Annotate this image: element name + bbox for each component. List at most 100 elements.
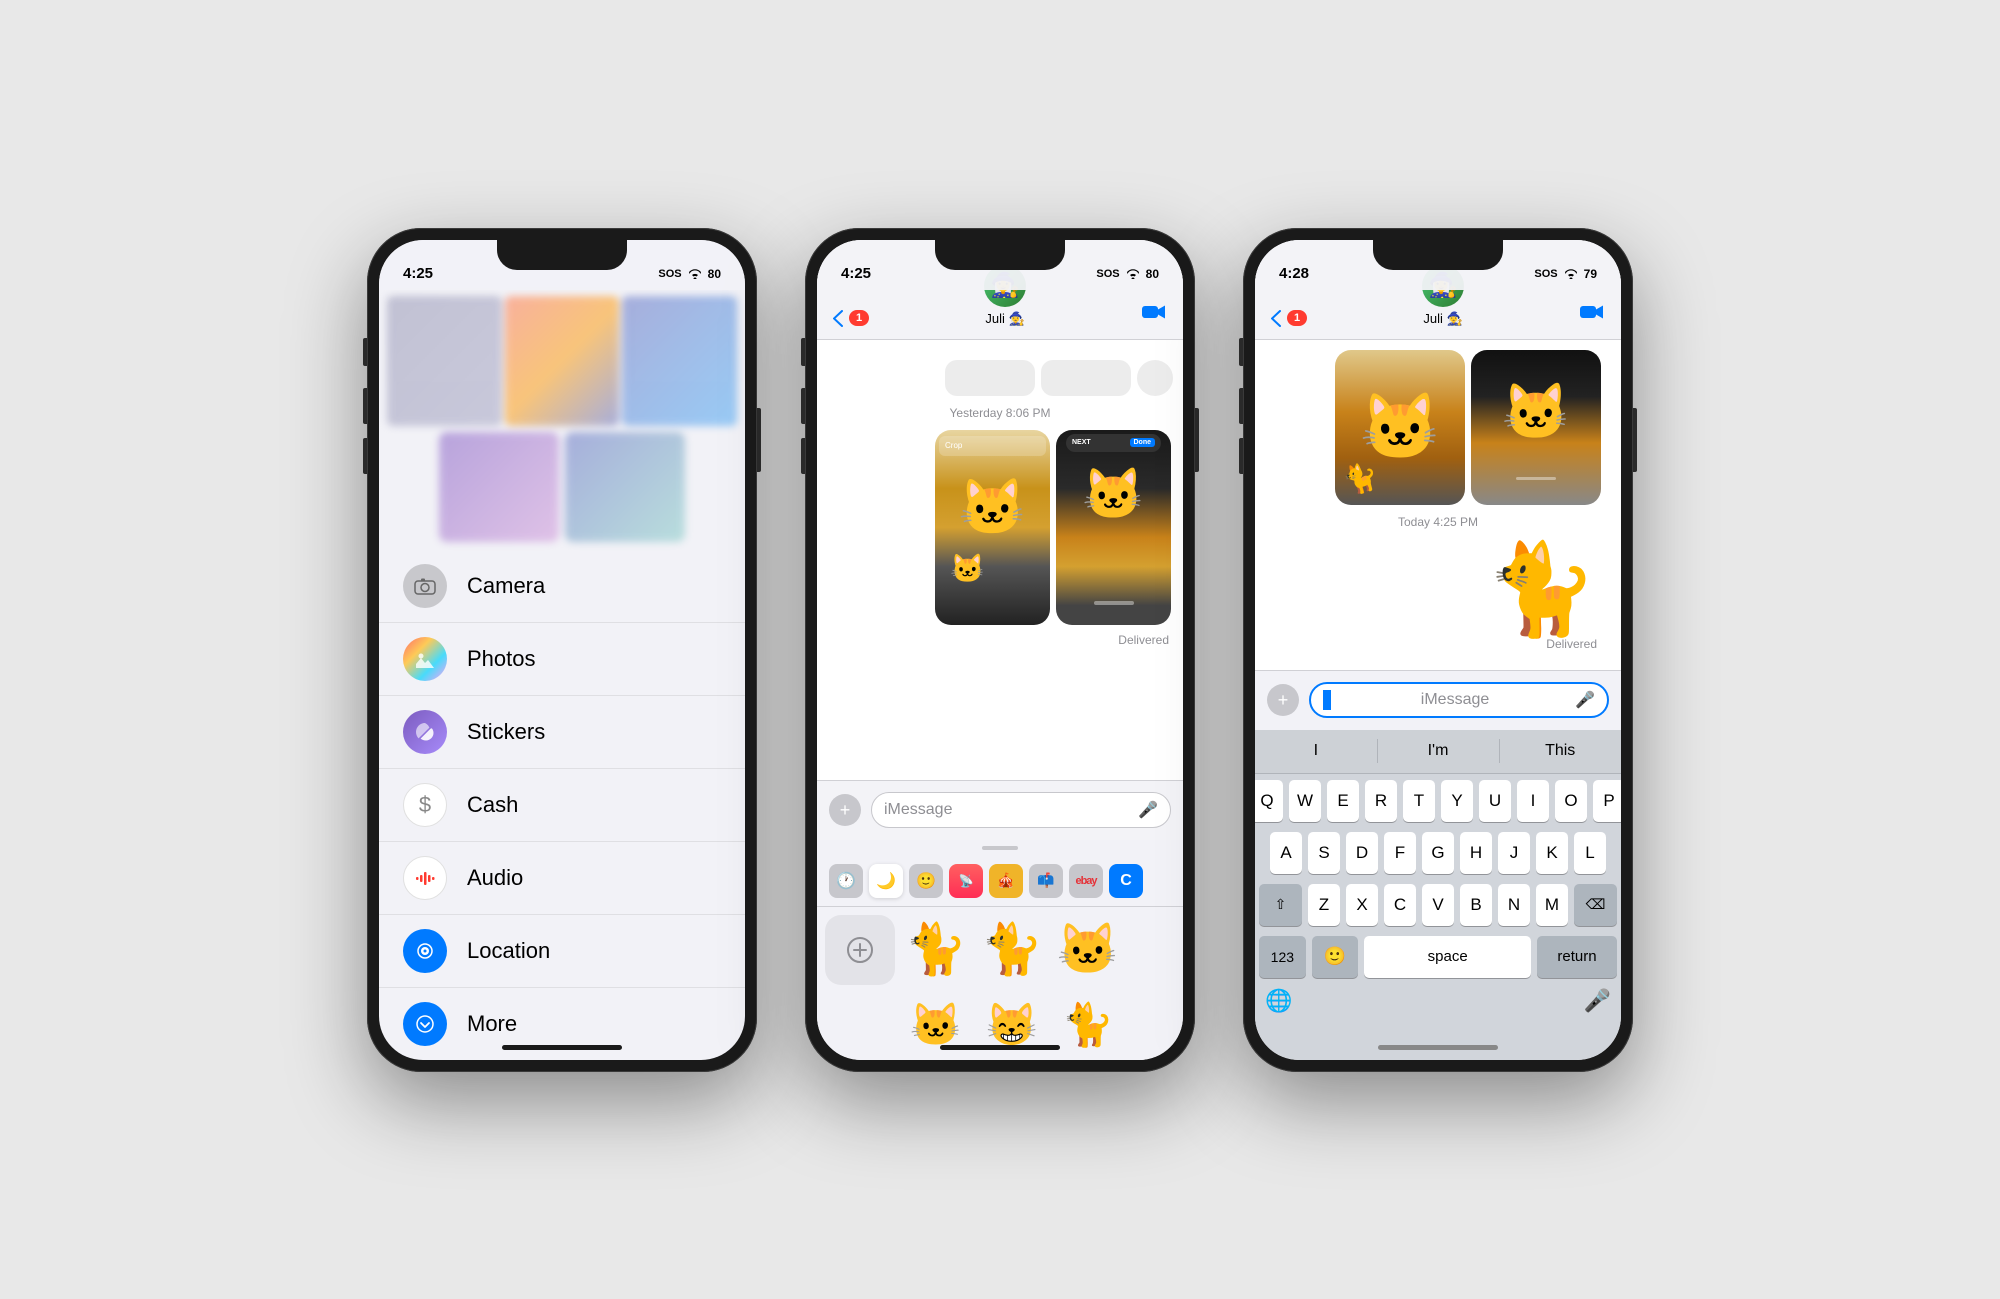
sticker-tab-c[interactable]: C xyxy=(1109,864,1143,898)
p3-photo2-controls xyxy=(1471,467,1601,485)
sticker-tab-periscope[interactable]: 📡 xyxy=(949,864,983,898)
photos-label: Photos xyxy=(467,646,536,672)
photo2-top-bar: NEXT Done xyxy=(1056,434,1171,452)
sticker-tab-moon[interactable]: 🌙 xyxy=(869,864,903,898)
suggestion-i[interactable]: I xyxy=(1255,742,1377,760)
space-key[interactable]: space xyxy=(1364,936,1531,978)
phone1-screen: 4:25 SOS 80 xyxy=(379,240,745,1060)
globe-key[interactable]: 🌐 xyxy=(1265,988,1292,1014)
key-m[interactable]: M xyxy=(1536,884,1568,926)
cat-photo-1: Crop 🐱 🐱 xyxy=(935,430,1050,625)
suggestion-im[interactable]: I'm xyxy=(1377,742,1499,760)
phone3-status-icons: SOS 79 xyxy=(1534,267,1597,282)
key-q[interactable]: Q xyxy=(1255,780,1283,822)
phone3-power-button xyxy=(1633,408,1637,472)
cat-sticker-overlay: 🐱 xyxy=(950,552,985,585)
phone2-volume-up-button xyxy=(801,388,805,424)
cash-label: Cash xyxy=(467,792,518,818)
phone3-plus-button[interactable]: + xyxy=(1267,684,1299,716)
sticker-tab-4[interactable]: 🎪 xyxy=(989,864,1023,898)
sticker-tab-emoji[interactable]: 🙂 xyxy=(909,864,943,898)
keyboard-bottom-bar: 🌐 🎤 xyxy=(1255,982,1621,1018)
sticker-tab-ebay[interactable]: ebay xyxy=(1069,864,1103,898)
phone3-input-placeholder: iMessage xyxy=(1421,691,1489,709)
phone1-status-icons: SOS 80 xyxy=(658,267,721,282)
key-h[interactable]: H xyxy=(1460,832,1492,874)
key-w[interactable]: W xyxy=(1289,780,1321,822)
phone2-message-input[interactable]: iMessage 🎤 xyxy=(871,792,1171,828)
sticker-tab-recent[interactable]: 🕐 xyxy=(829,864,863,898)
phone3-image-messages: 🐱 🐈 🐱 xyxy=(1265,350,1611,505)
key-a[interactable]: A xyxy=(1270,832,1302,874)
key-n[interactable]: N xyxy=(1498,884,1530,926)
emoji-key[interactable]: 🙂 xyxy=(1312,936,1359,978)
suggestion-this[interactable]: This xyxy=(1499,742,1621,760)
phone3-delivered: Delivered xyxy=(1265,637,1611,651)
key-b[interactable]: B xyxy=(1460,884,1492,926)
sticker-picker-handle xyxy=(817,840,1183,856)
menu-item-stickers[interactable]: Stickers xyxy=(379,695,745,768)
key-t[interactable]: T xyxy=(1403,780,1435,822)
key-z[interactable]: Z xyxy=(1308,884,1340,926)
key-f[interactable]: F xyxy=(1384,832,1416,874)
key-d[interactable]: D xyxy=(1346,832,1378,874)
phone2-sticker-picker: 🕐 🌙 🙂 📡 🎪 📫 ebay C xyxy=(817,840,1183,1060)
phone2-video-call-button[interactable] xyxy=(1141,301,1167,327)
phone2-image-messages: Crop 🐱 🐱 NEXT Done xyxy=(817,430,1183,625)
phone3-battery-icon: 79 xyxy=(1584,267,1597,281)
text-cursor xyxy=(1323,690,1331,710)
menu-item-audio[interactable]: Audio xyxy=(379,841,745,914)
shift-key[interactable]: ⇧ xyxy=(1259,884,1302,926)
phone2-input-bar: + iMessage 🎤 xyxy=(817,780,1183,840)
sticker-cat-3[interactable]: 🐱 xyxy=(1053,915,1123,985)
key-y[interactable]: Y xyxy=(1441,780,1473,822)
phone3-screen: 4:28 SOS 79 1 🧙‍♀️ xyxy=(1255,240,1621,1060)
phone2-volume-down-button xyxy=(801,438,805,474)
sticker-tab-mail[interactable]: 📫 xyxy=(1029,864,1063,898)
key-c[interactable]: C xyxy=(1384,884,1416,926)
key-o[interactable]: O xyxy=(1555,780,1587,822)
key-l[interactable]: L xyxy=(1574,832,1606,874)
key-x[interactable]: X xyxy=(1346,884,1378,926)
phone2-plus-button[interactable]: + xyxy=(829,794,861,826)
key-u[interactable]: U xyxy=(1479,780,1511,822)
key-s[interactable]: S xyxy=(1308,832,1340,874)
phone2-delivered: Delivered xyxy=(817,633,1183,647)
location-label: Location xyxy=(467,938,550,964)
phone-1: 4:25 SOS 80 xyxy=(367,228,757,1072)
menu-item-location[interactable]: Location xyxy=(379,914,745,987)
keyboard-mic-key[interactable]: 🎤 xyxy=(1584,988,1611,1014)
key-e[interactable]: E xyxy=(1327,780,1359,822)
wifi-icon xyxy=(687,267,703,282)
key-g[interactable]: G xyxy=(1422,832,1454,874)
phone2-power-button xyxy=(1195,408,1199,472)
more-icon xyxy=(403,1002,447,1046)
menu-item-photos[interactable]: Photos xyxy=(379,622,745,695)
phone3-back-button[interactable]: 1 xyxy=(1271,310,1307,327)
sticker-add-button[interactable] xyxy=(825,915,895,985)
phone1-time: 4:25 xyxy=(403,265,433,282)
sticker-cat-walking[interactable]: 🐈 xyxy=(977,915,1047,985)
numbers-key[interactable]: 123 xyxy=(1259,936,1306,978)
menu-item-cash[interactable]: $ Cash xyxy=(379,768,745,841)
key-p[interactable]: P xyxy=(1593,780,1621,822)
phone3-back-badge: 1 xyxy=(1287,310,1307,326)
key-i[interactable]: I xyxy=(1517,780,1549,822)
power-button xyxy=(757,408,761,472)
phone2-back-button[interactable]: 1 xyxy=(833,310,869,327)
key-k[interactable]: K xyxy=(1536,832,1568,874)
sticker-cat-sitting[interactable]: 🐈 xyxy=(901,915,971,985)
phone3-video-call-button[interactable] xyxy=(1579,301,1605,327)
key-r[interactable]: R xyxy=(1365,780,1397,822)
phone3-message-input[interactable]: iMessage 🎤 xyxy=(1309,682,1609,718)
menu-item-camera[interactable]: Camera xyxy=(379,550,745,622)
phone2-silent-switch xyxy=(801,338,805,366)
return-key[interactable]: return xyxy=(1537,936,1617,978)
key-v[interactable]: V xyxy=(1422,884,1454,926)
sticker-cat-4[interactable]: 🐈 xyxy=(1053,991,1123,1060)
backspace-key[interactable]: ⌫ xyxy=(1574,884,1617,926)
sticker-row-3: 🐱 🐈 xyxy=(1053,915,1123,1059)
key-j[interactable]: J xyxy=(1498,832,1530,874)
phone2-messages-area: Yesterday 8:06 PM Crop 🐱 🐱 xyxy=(817,340,1183,830)
phone3-contact-name: Juli 🧙‍♀️ xyxy=(1423,311,1462,327)
